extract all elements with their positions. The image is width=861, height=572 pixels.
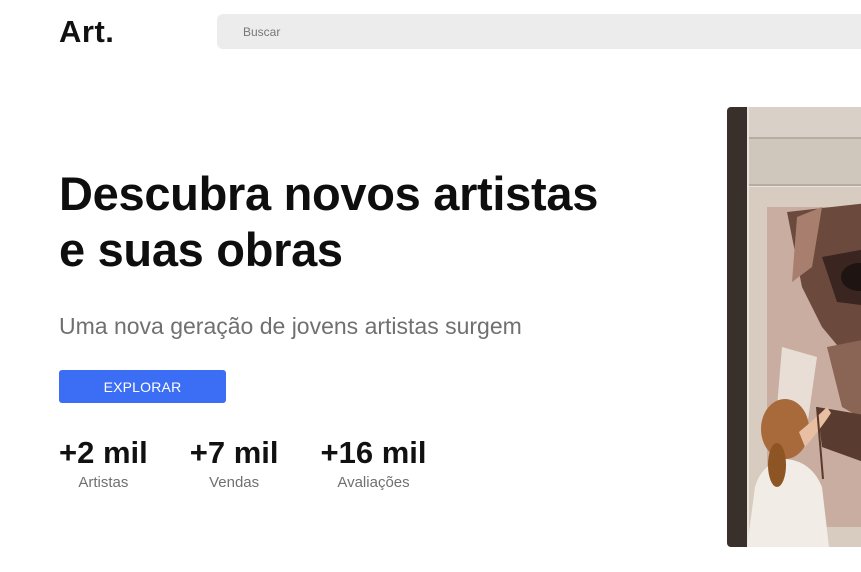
hero-title: Descubra novos artistas e suas obras (59, 166, 679, 278)
stat-value: +7 mil (189, 435, 279, 470)
stat-artists: +2 mil Artistas (59, 434, 148, 493)
stat-reviews: +16 mil Avaliações (321, 434, 427, 493)
stat-label: Vendas (209, 474, 260, 491)
hero-image (727, 107, 861, 547)
artist-painting-image (727, 107, 861, 547)
stat-sales: +7 mil Vendas (190, 434, 279, 493)
stat-value: +16 mil (320, 435, 427, 470)
landing-page: Art. Descubra novos artistas e suas obra… (0, 0, 861, 572)
search-input[interactable] (217, 14, 861, 49)
stats-row: +2 mil Artistas +7 mil Vendas +16 mil Av… (59, 434, 469, 493)
explore-button[interactable]: EXPLORAR (59, 370, 226, 403)
stat-label: Artistas (78, 474, 129, 491)
hero-title-line-1: Descubra novos artistas (59, 167, 599, 220)
stat-value: +2 mil (59, 435, 148, 470)
stat-label: Avaliações (337, 474, 410, 491)
logo[interactable]: Art. (59, 12, 114, 52)
hero-subtitle: Uma nova geração de jovens artistas surg… (59, 313, 522, 339)
hero-title-line-2: e suas obras (59, 223, 343, 276)
